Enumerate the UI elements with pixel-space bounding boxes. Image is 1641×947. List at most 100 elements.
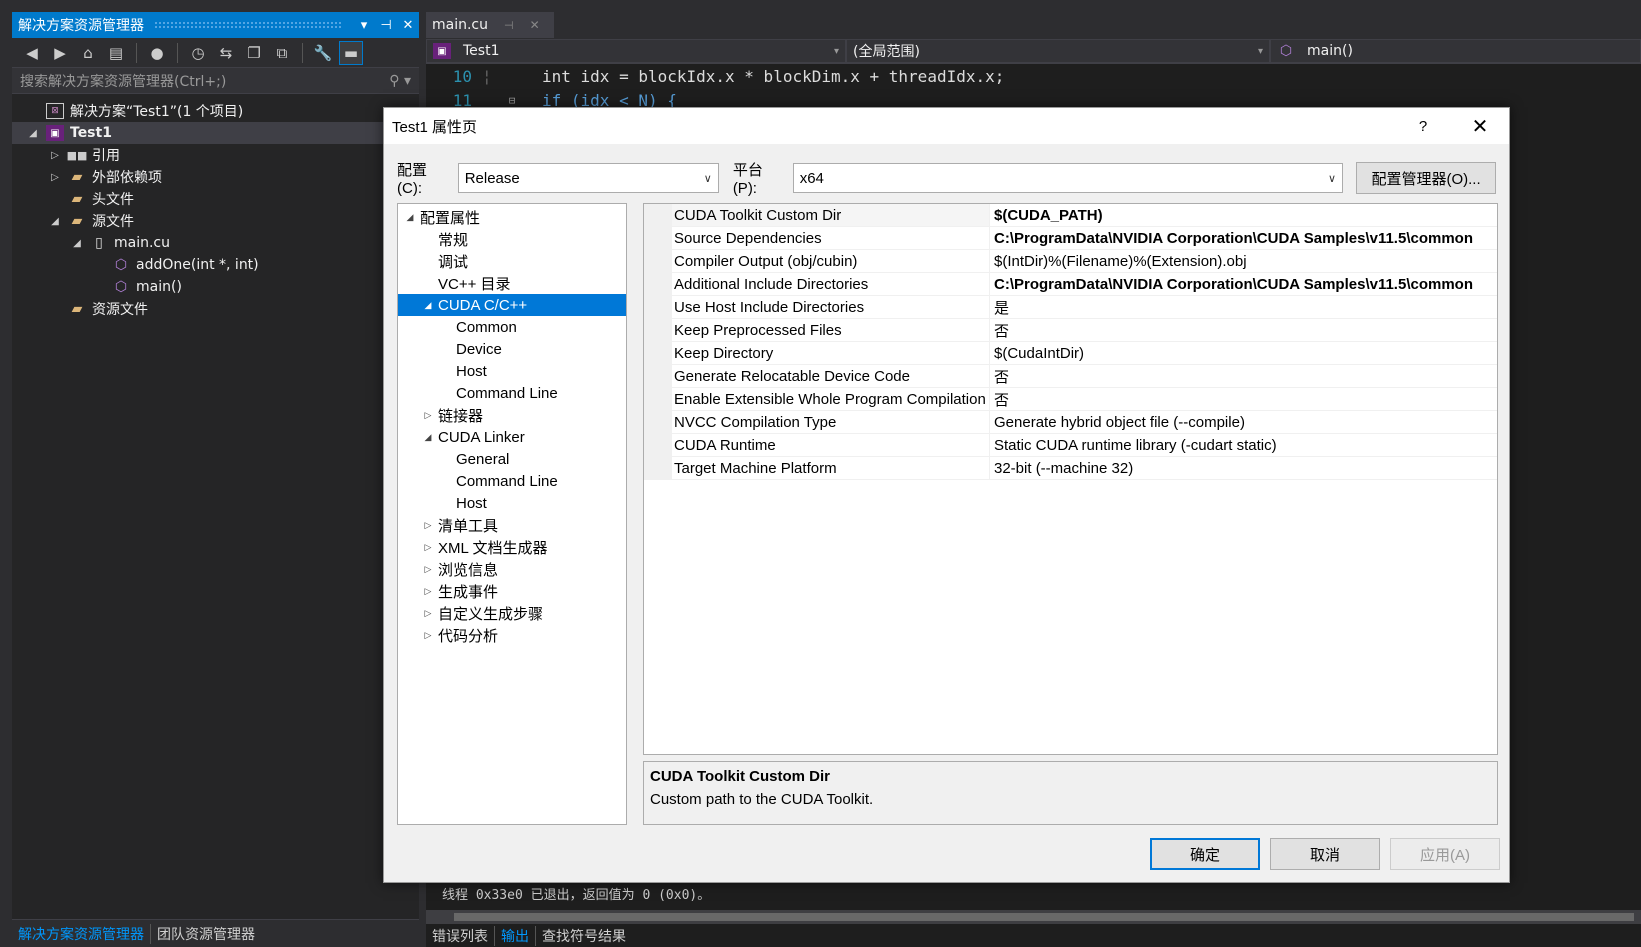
collapse-icon[interactable]: ⊟: [482, 94, 542, 107]
property-row[interactable]: Source Dependencies C:\ProgramData\NVIDIA…: [644, 227, 1497, 250]
expand-arrow-icon[interactable]: ◢: [402, 212, 418, 223]
property-value[interactable]: 是: [990, 296, 1497, 318]
category-item[interactable]: VC++ 目录: [398, 272, 626, 294]
category-item[interactable]: ◢ 配置属性: [398, 206, 626, 228]
expand-arrow-icon[interactable]: ◢: [48, 216, 62, 227]
tab-output[interactable]: 输出: [494, 926, 536, 946]
home-icon[interactable]: ⌂: [76, 41, 100, 65]
tree-item[interactable]: ▰ 头文件: [12, 188, 419, 210]
tree-item[interactable]: ◢ ▰ 源文件: [12, 210, 419, 232]
tab-solution-explorer[interactable]: 解决方案资源管理器: [12, 923, 151, 944]
expand-arrow-icon[interactable]: ▷: [48, 172, 62, 183]
close-icon[interactable]: ✕: [530, 18, 540, 32]
search-icon[interactable]: ⚲ ▾: [389, 73, 411, 89]
category-item[interactable]: Host: [398, 492, 626, 514]
scope-dropdown[interactable]: (全局范围) ▾: [846, 39, 1270, 63]
property-row[interactable]: CUDA Runtime Static CUDA runtime library …: [644, 434, 1497, 457]
properties-icon[interactable]: 🔧: [311, 41, 335, 65]
help-button[interactable]: ?: [1395, 118, 1451, 135]
property-row[interactable]: Keep Preprocessed Files 否: [644, 319, 1497, 342]
property-value[interactable]: C:\ProgramData\NVIDIA Corporation\CUDA S…: [990, 227, 1497, 249]
property-value[interactable]: 否: [990, 319, 1497, 341]
show-all-files-icon[interactable]: ⧉: [270, 41, 294, 65]
member-dropdown[interactable]: ⬡ main(): [1270, 39, 1641, 63]
expand-arrow-icon[interactable]: ▷: [420, 410, 436, 421]
solution-search-box[interactable]: 搜索解决方案资源管理器(Ctrl+;) ⚲ ▾: [12, 68, 419, 94]
web-icon[interactable]: ●: [145, 41, 169, 65]
sync-icon[interactable]: ⇆: [214, 41, 238, 65]
expand-arrow-icon[interactable]: ◢: [70, 238, 84, 249]
category-item[interactable]: Command Line: [398, 382, 626, 404]
category-item[interactable]: ▷ 生成事件: [398, 580, 626, 602]
close-icon[interactable]: ✕: [397, 18, 419, 33]
property-value[interactable]: $(CudaIntDir): [990, 342, 1497, 364]
category-item[interactable]: ◢ CUDA Linker: [398, 426, 626, 448]
tree-item[interactable]: ▰ 资源文件: [12, 298, 419, 320]
property-row[interactable]: Keep Directory $(CudaIntDir): [644, 342, 1497, 365]
tree-item[interactable]: ◢ ▯ main.cu: [12, 232, 419, 254]
horizontal-scrollbar[interactable]: [426, 910, 1641, 924]
tab-team-explorer[interactable]: 团队资源管理器: [151, 924, 261, 944]
property-row[interactable]: Compiler Output (obj/cubin) $(IntDir)%(Fi…: [644, 250, 1497, 273]
tree-item[interactable]: ⬡ addOne(int *, int): [12, 254, 419, 276]
expand-arrow-icon[interactable]: ◢: [420, 300, 436, 311]
property-value[interactable]: Generate hybrid object file (--compile): [990, 411, 1497, 433]
expand-arrow-icon[interactable]: ▷: [420, 608, 436, 619]
expand-arrow-icon[interactable]: ▷: [420, 520, 436, 531]
back-icon[interactable]: ◀: [20, 41, 44, 65]
category-item[interactable]: Device: [398, 338, 626, 360]
property-row[interactable]: Enable Extensible Whole Program Compilat…: [644, 388, 1497, 411]
switch-views-icon[interactable]: ▤: [104, 41, 128, 65]
configuration-select[interactable]: Release ∨: [457, 163, 719, 193]
preview-icon[interactable]: ▬: [339, 40, 363, 65]
expand-arrow-icon[interactable]: ▷: [420, 630, 436, 641]
category-item[interactable]: ▷ 清单工具: [398, 514, 626, 536]
property-row[interactable]: NVCC Compilation Type Generate hybrid obj…: [644, 411, 1497, 434]
expand-arrow-icon[interactable]: ◢: [420, 432, 436, 443]
category-item[interactable]: Command Line: [398, 470, 626, 492]
category-item[interactable]: 调试: [398, 250, 626, 272]
property-value[interactable]: $(CUDA_PATH): [990, 204, 1497, 226]
category-item[interactable]: General: [398, 448, 626, 470]
tab-main-cu[interactable]: main.cu ⊣ ✕: [426, 12, 554, 38]
forward-icon[interactable]: ▶: [48, 41, 72, 65]
expand-arrow-icon[interactable]: ▷: [420, 586, 436, 597]
category-item[interactable]: 常规: [398, 228, 626, 250]
property-row[interactable]: Use Host Include Directories 是: [644, 296, 1497, 319]
tree-item[interactable]: ⬡ main(): [12, 276, 419, 298]
property-value[interactable]: Static CUDA runtime library (-cudart sta…: [990, 434, 1497, 456]
expand-arrow-icon[interactable]: ▷: [420, 542, 436, 553]
pin-icon[interactable]: ⊣: [375, 18, 397, 33]
close-button[interactable]: ✕: [1451, 114, 1509, 139]
tab-find-symbol-results[interactable]: 查找符号结果: [536, 926, 632, 946]
property-value[interactable]: C:\ProgramData\NVIDIA Corporation\CUDA S…: [990, 273, 1497, 295]
scrollbar-thumb[interactable]: [454, 913, 1634, 921]
tree-item[interactable]: ▷ ▰ 外部依赖项: [12, 166, 419, 188]
category-item[interactable]: ◢ CUDA C/C++: [398, 294, 626, 316]
category-item[interactable]: ▷ 代码分析: [398, 624, 626, 646]
tree-item[interactable]: ⊠ 解决方案“Test1”(1 个项目): [12, 100, 419, 122]
code-area[interactable]: 10 ¦ int idx = blockIdx.x * blockDim.x +…: [426, 64, 1641, 112]
configuration-manager-button[interactable]: 配置管理器(O)...: [1356, 162, 1497, 194]
tab-error-list[interactable]: 错误列表: [426, 926, 494, 946]
property-row[interactable]: Additional Include Directories C:\Program…: [644, 273, 1497, 296]
category-item[interactable]: ▷ XML 文档生成器: [398, 536, 626, 558]
property-row[interactable]: CUDA Toolkit Custom Dir $(CUDA_PATH): [644, 204, 1497, 227]
property-value[interactable]: 否: [990, 365, 1497, 387]
category-item[interactable]: Host: [398, 360, 626, 382]
tree-item[interactable]: ▷ ■■ 引用: [12, 144, 419, 166]
category-item[interactable]: ▷ 浏览信息: [398, 558, 626, 580]
tree-item[interactable]: ◢ ▣ Test1: [12, 122, 419, 144]
expand-arrow-icon[interactable]: ▷: [48, 150, 62, 161]
category-item[interactable]: ▷ 自定义生成步骤: [398, 602, 626, 624]
ok-button[interactable]: 确定: [1150, 838, 1260, 870]
property-value[interactable]: $(IntDir)%(Filename)%(Extension).obj: [990, 250, 1497, 272]
project-dropdown[interactable]: ▣ Test1 ▾: [426, 39, 846, 63]
property-row[interactable]: Target Machine Platform 32-bit (--machine…: [644, 457, 1497, 480]
category-item[interactable]: Common: [398, 316, 626, 338]
expand-arrow-icon[interactable]: ◢: [26, 128, 40, 139]
collapse-all-icon[interactable]: ❐: [242, 41, 266, 65]
platform-select[interactable]: x64 ∨: [792, 163, 1344, 193]
property-value[interactable]: 32-bit (--machine 32): [990, 457, 1497, 479]
search-input[interactable]: 搜索解决方案资源管理器(Ctrl+;): [20, 71, 389, 91]
